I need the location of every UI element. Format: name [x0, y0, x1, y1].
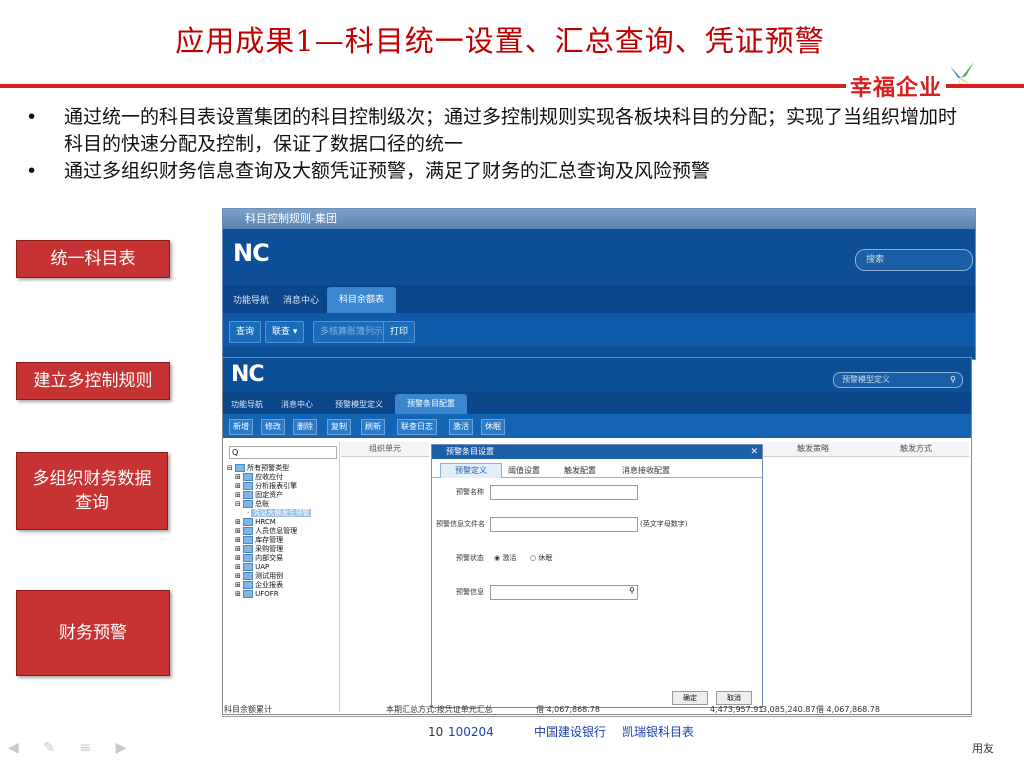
tab-message-center[interactable]: 消息中心 [281, 399, 313, 410]
alert-file-hint: (英文字母数字) [640, 520, 688, 528]
alert-info-label: 预警信息 [456, 588, 484, 596]
slide-nav-icons[interactable]: ◀ ✎ ≡ ▶ [8, 740, 136, 756]
tree-node[interactable]: ⊟ 总账 [227, 500, 311, 509]
tree-search-input[interactable]: Q [229, 446, 337, 459]
tab-threshold[interactable]: 阈值设置 [508, 465, 540, 476]
tree-node[interactable]: ⊞ UAP [227, 563, 311, 572]
bullet-item: • 通过多组织财务信息查询及大额凭证预警，满足了财务的汇总查询及风险预警 [26, 160, 711, 182]
tree-node[interactable]: ⊟ 所有预警类型 [227, 464, 311, 473]
logo-text: 幸福企业 [846, 70, 947, 102]
status-active-radio[interactable]: ◉ 激活 [494, 553, 516, 563]
side-button-unified-accounts[interactable]: 统一科目表 [16, 240, 170, 278]
tree-pane: Q ⊟ 所有预警类型 ⊞ 应收应付 ⊞ 分析报表引擎 ⊞ 固定资产 ⊟ 总账 ·… [225, 442, 340, 712]
copy-button[interactable]: 复制 [327, 419, 351, 435]
nc-logo: NC [233, 239, 270, 267]
column-header-mode[interactable]: 触发方式 [863, 442, 969, 457]
nc-logo: NC [231, 362, 265, 387]
toolbar: 查询 联查 ▾ 多核算账簿列示 打印 [223, 313, 975, 347]
close-icon[interactable]: ✕ [750, 445, 758, 459]
search-icon[interactable]: ⚲ [629, 586, 635, 595]
side-button-control-rules[interactable]: 建立多控制规则 [16, 362, 170, 400]
alert-entry-dialog: 预警条目设置 ✕ 预警定义 阈值设置 触发配置 消息接收配置 预警名称 预警信息… [431, 444, 763, 708]
company-logo: 幸福企业 [846, 60, 976, 102]
table-row: 10 100204 中国建设银行 凯瑞银科目表 [428, 725, 695, 739]
tree-node[interactable]: ⊞ 库存管理 [227, 536, 311, 545]
status-sleep-radio[interactable]: ○ 休眠 [530, 553, 552, 563]
search-icon: ⚲ [950, 375, 956, 384]
dialog-tabs: 预警定义 阈值设置 触发配置 消息接收配置 [432, 463, 762, 478]
search-input[interactable]: 预警模型定义 ⚲ [833, 372, 963, 388]
bullet-item: • 通过统一的科目表设置集团的科目控制级次；通过多控制规则实现各板块科目的分配；实… [26, 106, 958, 155]
tab-bar: 功能导航 消息中心 科目余额表 [223, 285, 975, 313]
alert-name-label: 预警名称 [456, 488, 484, 496]
tab-trigger[interactable]: 触发配置 [564, 465, 596, 476]
column-header-strategy[interactable]: 触发策略 [763, 442, 863, 457]
window-title: 科目控制规则-集团 [245, 212, 337, 225]
toolbar: 新增 修改 删除 复制 刷新 联查日志 激活 休眠 [223, 414, 971, 438]
tab-function-nav[interactable]: 功能导航 [233, 293, 269, 306]
tree-node[interactable]: ⊞ UFOFR [227, 590, 311, 599]
tree-node[interactable]: ⊞ 固定资产 [227, 491, 311, 500]
side-button-multi-org-query[interactable]: 多组织财务数据查询 [16, 452, 168, 530]
alert-file-label: 预警信息文件名 [436, 520, 485, 528]
tree-node[interactable]: ⊞ HRCM [227, 518, 311, 527]
balance-table-strip: 科目余额累计 本期汇总方式:按凭证单元汇总 借 4,067,868.78 4,4… [222, 704, 972, 760]
delete-button[interactable]: 删除 [293, 419, 317, 435]
tree-node[interactable]: ⊞ 应收应付 [227, 473, 311, 482]
alert-file-input[interactable] [490, 517, 638, 532]
tab-message-receiver[interactable]: 消息接收配置 [622, 465, 670, 476]
bullet-list: • 通过统一的科目表设置集团的科目控制级次；通过多控制规则实现各板块科目的分配；实… [22, 104, 962, 185]
tree-node-selected[interactable]: · 凭证大额发生预警 [227, 509, 312, 518]
brand-corner-text: 用友 [972, 742, 994, 755]
account-control-window: 科目控制规则-集团 NC 搜索 功能导航 消息中心 科目余额表 查询 联查 ▾ … [222, 208, 976, 360]
tab-alert-definition[interactable]: 预警定义 [440, 463, 502, 478]
window-header: NC 预警模型定义 ⚲ [223, 358, 971, 392]
alert-name-input[interactable] [490, 485, 638, 500]
ok-button[interactable]: 确定 [672, 691, 708, 705]
tree-node[interactable]: ⊞ 采购管理 [227, 545, 311, 554]
link-query-button[interactable]: 联查 ▾ [265, 321, 305, 343]
alert-type-tree: ⊟ 所有预警类型 ⊞ 应收应付 ⊞ 分析报表引擎 ⊞ 固定资产 ⊟ 总账 · 凭… [227, 464, 312, 599]
side-button-finance-alert[interactable]: 财务预警 [16, 590, 170, 676]
tree-node[interactable]: ⊞ 内部交易 [227, 554, 311, 563]
dialog-title: 预警条目设置 [446, 447, 494, 456]
query-button[interactable]: 查询 [229, 321, 262, 343]
tab-bar: 功能导航 消息中心 预警模型定义 预警条目配置 [223, 392, 971, 414]
slide-title: 应用成果1—科目统一设置、汇总查询、凭证预警 [175, 24, 825, 58]
table-row: 科目余额累计 本期汇总方式:按凭证单元汇总 借 4,067,868.78 4,4… [222, 704, 972, 717]
tab-message-center[interactable]: 消息中心 [283, 293, 319, 306]
sleep-button[interactable]: 休眠 [481, 419, 505, 435]
activate-button[interactable]: 激活 [449, 419, 473, 435]
tree-node[interactable]: ⊞ 分析报表引擎 [227, 482, 311, 491]
alert-info-input[interactable]: ⚲ [490, 585, 638, 600]
multi-ledger-button[interactable]: 多核算账簿列示 [313, 321, 391, 343]
tree-node[interactable]: ⊞ 人员信息管理 [227, 527, 311, 536]
dialog-titlebar: 预警条目设置 ✕ [432, 445, 762, 459]
cancel-button[interactable]: 取消 [716, 691, 752, 705]
tree-node[interactable]: ⊞ 测试用例 [227, 572, 311, 581]
log-button[interactable]: 联查日志 [397, 419, 437, 435]
tab-alert-entry[interactable]: 预警条目配置 [395, 394, 467, 414]
edit-button[interactable]: 修改 [261, 419, 285, 435]
print-button[interactable]: 打印 [383, 321, 416, 343]
refresh-button[interactable]: 刷新 [361, 419, 385, 435]
search-input[interactable]: 搜索 [855, 249, 973, 271]
alert-config-window: NC 预警模型定义 ⚲ 功能导航 消息中心 预警模型定义 预警条目配置 新增 修改… [222, 357, 972, 715]
pinwheel-icon [950, 62, 974, 92]
tab-alert-model[interactable]: 预警模型定义 [335, 399, 383, 410]
tab-function-nav[interactable]: 功能导航 [231, 399, 263, 410]
column-header-org[interactable]: 组织单元 [341, 442, 429, 457]
add-button[interactable]: 新增 [229, 419, 253, 435]
window-titlebar: 科目控制规则-集团 [223, 209, 975, 229]
tree-node[interactable]: ⊞ 企业报表 [227, 581, 311, 590]
alert-status-label: 预警状态 [456, 554, 484, 562]
tab-account-balance[interactable]: 科目余额表 [327, 287, 397, 313]
